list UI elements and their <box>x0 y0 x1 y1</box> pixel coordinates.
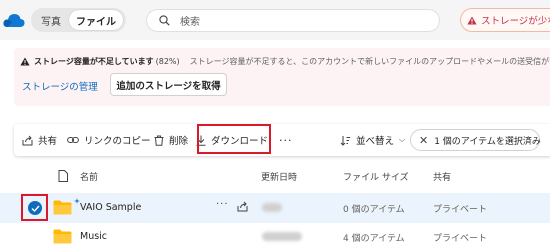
trash-icon <box>154 135 164 146</box>
table-row[interactable]: Music 4 個のアイテム プライベート <box>0 222 550 251</box>
get-more-storage-button[interactable]: 追加のストレージを取得 <box>110 73 227 96</box>
sharing-status: プライベート <box>433 205 488 215</box>
checkmark-icon[interactable] <box>28 201 42 215</box>
top-bar: 写真 ファイル 検索 ストレージが少な <box>0 0 550 40</box>
copy-link-label: リンクのコピー <box>84 136 151 147</box>
link-icon <box>67 137 79 143</box>
folder-icon <box>53 200 72 215</box>
storage-alert-text: ストレージが少な <box>481 16 550 27</box>
selection-count: 1 個のアイテムを選択済み <box>434 136 541 147</box>
photos-tab[interactable]: 写真 <box>33 10 69 30</box>
warning-line: ストレージ容量が不足しています (82%) ストレージ容量が不足すると、このアカ… <box>20 56 550 67</box>
download-icon <box>196 135 206 146</box>
delete-label: 削除 <box>169 136 189 147</box>
files-tab[interactable]: ファイル <box>69 10 123 30</box>
manage-storage-link[interactable]: ストレージの管理 <box>22 79 98 93</box>
column-name[interactable]: 名前 <box>80 170 98 183</box>
close-icon: ✕ <box>419 133 429 147</box>
share-icon[interactable] <box>237 201 248 212</box>
onedrive-cloud-icon[interactable] <box>3 12 25 28</box>
file-name[interactable]: Music <box>80 231 107 242</box>
storage-warning-banner: ストレージ容量が不足しています (82%) ストレージ容量が不足すると、このアカ… <box>14 48 550 106</box>
onedrive-page: 写真 ファイル 検索 ストレージが少な ストレージ容量が不足しています (82%… <box>0 0 550 251</box>
table-row[interactable]: VAIO Sample ··· 0 個のアイテム プライベート <box>0 193 550 223</box>
blurred-modified-date <box>262 232 302 241</box>
warning-title: ストレージ容量が不足しています <box>34 57 154 66</box>
sort-icon <box>340 135 350 146</box>
download-button[interactable]: ダウンロード <box>196 124 268 156</box>
more-actions-button[interactable]: ··· <box>279 124 293 156</box>
storage-alert-button[interactable]: ストレージが少な <box>460 8 550 32</box>
share-icon <box>22 135 33 145</box>
copy-link-button[interactable]: リンクのコピー <box>67 124 151 156</box>
sharing-status: プライベート <box>433 234 488 244</box>
download-label: ダウンロード <box>211 136 269 147</box>
clear-selection-button[interactable]: ✕ 1 個のアイテムを選択済み <box>410 129 541 151</box>
folder-icon <box>53 229 72 244</box>
search-input[interactable]: 検索 <box>146 9 440 32</box>
file-size: 0 個のアイテム <box>343 205 405 215</box>
file-list-header: 名前 更新日時 ファイル サイズ 共有 <box>0 167 550 185</box>
warning-icon <box>467 16 477 24</box>
warning-icon <box>20 57 30 66</box>
warning-description: ストレージ容量が不足すると、このアカウントで新しいファイルのアップロードやメール… <box>189 57 550 66</box>
delete-button[interactable]: 削除 <box>154 124 188 156</box>
warning-percent: (82%) <box>155 57 180 66</box>
blurred-modified-date <box>262 203 282 212</box>
column-file-size[interactable]: ファイル サイズ <box>343 170 409 183</box>
file-type-icon <box>58 170 68 182</box>
column-modified[interactable]: 更新日時 <box>261 170 297 183</box>
share-button[interactable]: 共有 <box>22 124 57 156</box>
chevron-down-icon: ⌵ <box>399 135 406 144</box>
sort-label: 並べ替え <box>356 136 395 147</box>
sort-button[interactable]: 並べ替え ⌵ <box>340 124 405 156</box>
share-label: 共有 <box>38 136 58 147</box>
view-switch: 写真 ファイル <box>31 8 126 32</box>
file-name[interactable]: VAIO Sample <box>80 202 141 213</box>
search-placeholder: 検索 <box>180 17 200 28</box>
column-sharing[interactable]: 共有 <box>433 170 451 183</box>
file-size: 4 個のアイテム <box>343 234 405 244</box>
row-more-button[interactable]: ··· <box>216 199 229 210</box>
search-icon <box>159 15 170 26</box>
